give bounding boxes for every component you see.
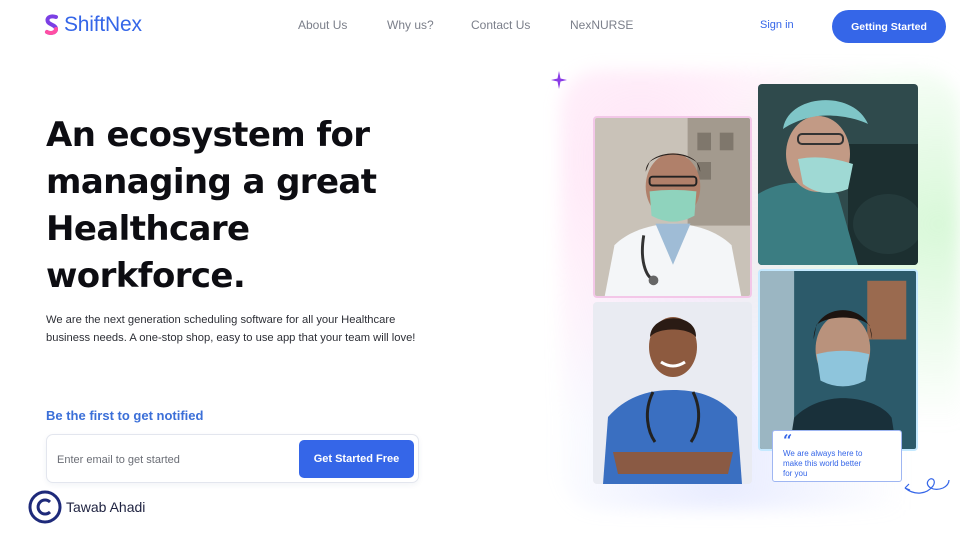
headline-line: workforce.: [46, 256, 246, 296]
quote-line: We are always here to: [783, 449, 863, 458]
subtext-line: We are the next generation scheduling so…: [46, 314, 396, 326]
headline-line: Healthcare: [46, 209, 250, 249]
credit-text: Tawab Ahadi: [66, 499, 146, 515]
email-input[interactable]: [57, 449, 287, 471]
surgeon-photo: [758, 84, 918, 265]
doctor-photo: [593, 116, 752, 298]
signin-link[interactable]: Sign in: [760, 19, 794, 31]
quote-line: make this world better: [783, 459, 862, 468]
sparkle-icon: [551, 71, 567, 89]
hero-subtext: We are the next generation scheduling so…: [46, 311, 486, 347]
brand-logo[interactable]: ShiftNex: [44, 13, 142, 37]
email-signup-form: Get Started Free: [46, 434, 419, 483]
brand-name: ShiftNex: [64, 13, 142, 36]
squiggle-arrow-icon: [904, 478, 950, 494]
nurse-photo: [593, 302, 752, 484]
nav-item-why-us[interactable]: Why us?: [387, 18, 434, 32]
nav-item-about-us[interactable]: About Us: [298, 18, 347, 32]
notify-heading: Be the first to get notified: [46, 408, 204, 423]
getting-started-button[interactable]: Getting Started: [832, 10, 946, 43]
quote-line: for you: [783, 469, 808, 478]
hero-headline: An ecosystem for managing a great Health…: [46, 112, 466, 300]
nav-item-nexnurse[interactable]: NexNURSE: [570, 18, 633, 32]
quote-card: “ We are always here to make this world …: [772, 430, 902, 482]
quote-text: We are always here to make this world be…: [783, 449, 891, 479]
subtext-line: business needs. A one-stop shop, easy to…: [46, 332, 416, 344]
headline-line: managing a great: [46, 162, 377, 202]
nav-item-contact-us[interactable]: Contact Us: [471, 18, 530, 32]
copyright-icon: [28, 490, 62, 524]
masked-nurse-photo: [758, 269, 918, 451]
credit-watermark: Tawab Ahadi: [28, 490, 145, 524]
s-logo-icon: [45, 14, 59, 35]
get-started-free-button[interactable]: Get Started Free: [299, 440, 414, 478]
quote-icon: “: [783, 431, 793, 450]
headline-line: An ecosystem for: [46, 115, 370, 155]
